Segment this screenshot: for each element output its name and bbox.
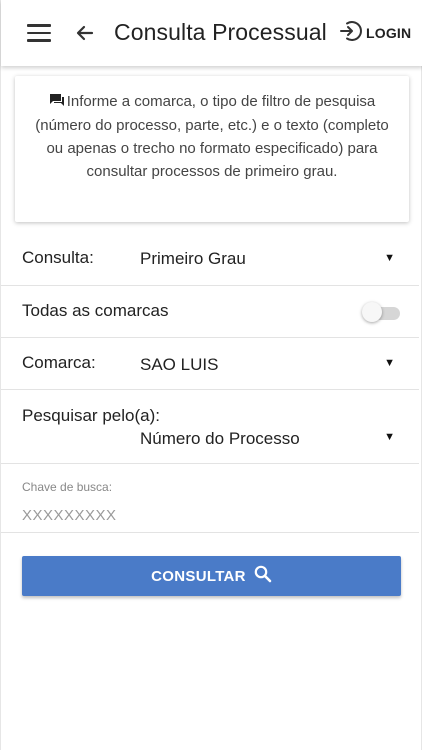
pesquisar-value: Número do Processo	[140, 429, 300, 448]
info-text: Informe a comarca, o tipo de filtro de p…	[35, 93, 389, 180]
caret-down-icon[interactable]: ▼	[384, 252, 395, 264]
todas-comarcas-toggle[interactable]	[362, 302, 400, 322]
todas-comarcas-row: Todas as comarcas	[1, 286, 419, 338]
pesquisar-select[interactable]: Pesquisar pelo(a): Número do Processo ▼	[1, 390, 419, 464]
chave-busca-input[interactable]	[22, 502, 400, 528]
input-underline	[1, 532, 419, 533]
comarca-select[interactable]: Comarca: SAO LUIS ▼	[1, 338, 419, 390]
info-card: Informe a comarca, o tipo de filtro de p…	[15, 76, 409, 222]
login-button[interactable]: LOGIN	[338, 20, 411, 46]
login-label: LOGIN	[366, 25, 412, 41]
hamburger-menu-icon[interactable]	[27, 24, 51, 42]
consulta-label: Consulta:	[22, 248, 94, 267]
caret-down-icon[interactable]: ▼	[384, 357, 395, 369]
search-icon	[254, 565, 272, 588]
comarca-value: SAO LUIS	[140, 355, 219, 374]
app-screen: Consulta Processual LOGIN Informe a coma…	[0, 0, 422, 750]
consulta-value: Primeiro Grau	[140, 249, 246, 268]
login-arrow-circle-icon	[338, 19, 362, 48]
pesquisar-label: Pesquisar pelo(a):	[22, 406, 160, 425]
consulta-select[interactable]: Consulta: Primeiro Grau ▼	[1, 232, 419, 286]
comarca-label: Comarca:	[22, 353, 96, 372]
app-header: Consulta Processual LOGIN	[1, 0, 422, 66]
todas-comarcas-label: Todas as comarcas	[22, 301, 169, 320]
chat-bubble-icon	[49, 91, 65, 114]
page-title: Consulta Processual	[114, 19, 327, 45]
arrow-left-icon[interactable]	[75, 21, 95, 45]
consultar-button[interactable]: CONSULTAR	[22, 556, 401, 596]
caret-down-icon[interactable]: ▼	[384, 431, 395, 443]
chave-busca-label: Chave de busca:	[22, 480, 113, 494]
consultar-label: CONSULTAR	[151, 567, 246, 585]
